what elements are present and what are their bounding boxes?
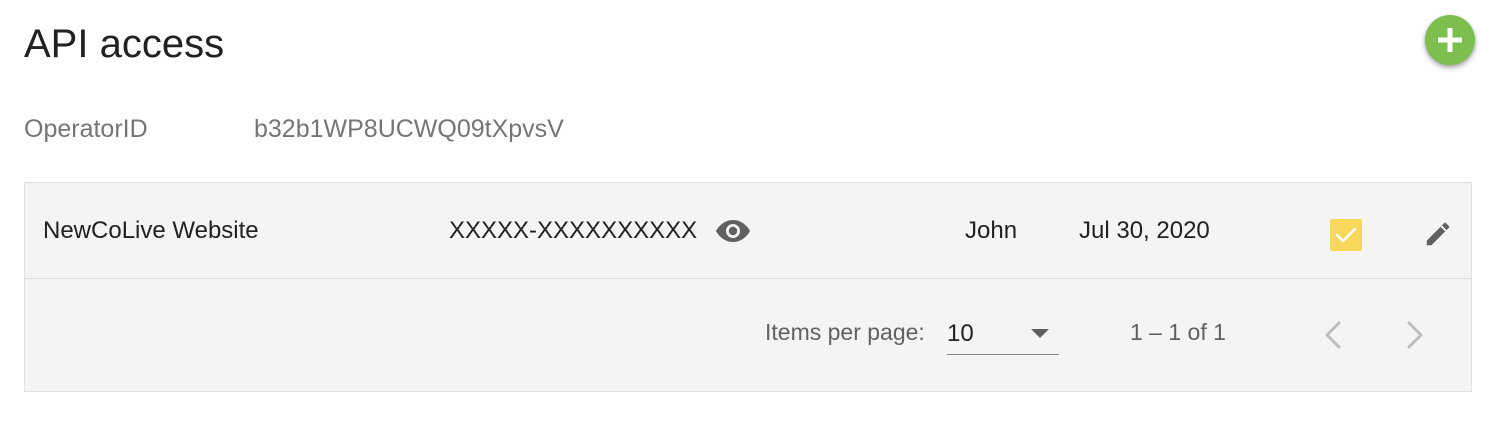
api-key-date: Jul 30, 2020 (1079, 217, 1210, 244)
reveal-key-button[interactable] (715, 217, 751, 245)
range-label: 1 – 1 of 1 (1130, 319, 1226, 345)
api-key-name: NewCoLive Website (43, 217, 259, 244)
check-icon (1335, 227, 1357, 243)
next-page-button[interactable] (1399, 317, 1431, 353)
items-per-page-value: 10 (947, 320, 974, 347)
chevron-left-icon (1325, 321, 1341, 349)
pencil-icon (1426, 222, 1450, 246)
items-per-page-label: Items per page: (765, 319, 925, 345)
items-per-page-select[interactable]: 10 (947, 309, 1059, 355)
operator-id-label: OperatorID (24, 115, 148, 143)
api-key-value: XXXXX-XXXXXXXXXX (449, 217, 698, 244)
api-keys-table: NewCoLive Website XXXXX-XXXXXXXXXX John … (24, 182, 1472, 392)
add-button[interactable] (1425, 15, 1475, 65)
api-key-user: John (965, 217, 1018, 244)
chevron-right-icon (1407, 321, 1423, 349)
operator-id-value: b32b1WP8UCWQ09tXpvsV (254, 115, 564, 143)
eye-icon (716, 220, 750, 242)
paginator: Items per page: 10 1 – 1 of 1 (25, 279, 1471, 391)
chevron-down-icon (1031, 329, 1049, 338)
active-checkbox[interactable] (1330, 219, 1362, 251)
plus-icon (1438, 28, 1462, 52)
table-row: NewCoLive Website XXXXX-XXXXXXXXXX John … (25, 183, 1471, 279)
page-title: API access (24, 22, 225, 66)
previous-page-button[interactable] (1317, 317, 1349, 353)
edit-button[interactable] (1423, 219, 1453, 249)
